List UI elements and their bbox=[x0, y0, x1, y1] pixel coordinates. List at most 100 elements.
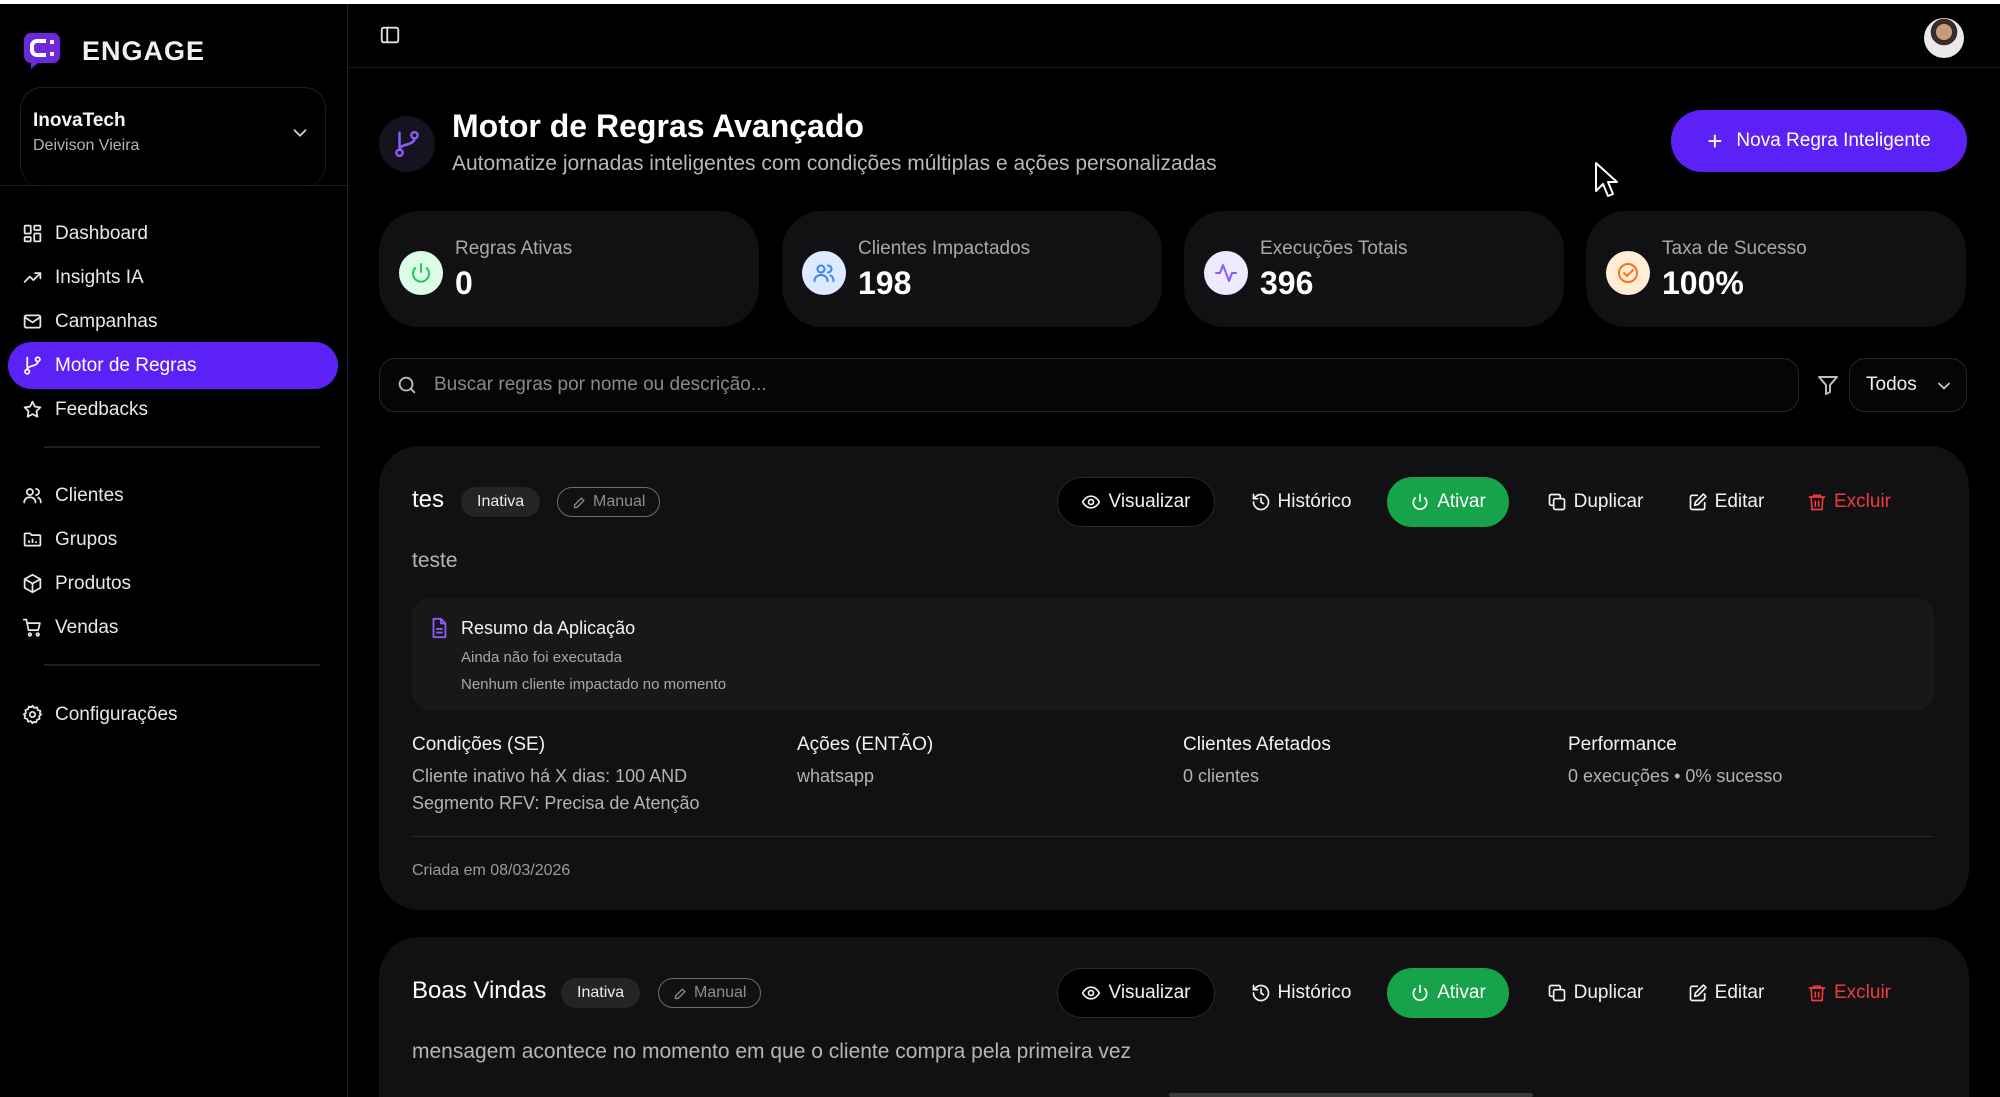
clients-label: Clientes Afetados bbox=[1183, 734, 1331, 755]
filter-icon[interactable] bbox=[1816, 373, 1840, 397]
chevron-down-icon bbox=[1938, 382, 1950, 390]
eye-icon bbox=[1082, 495, 1101, 509]
users-icon bbox=[23, 488, 42, 504]
sidebar-item-settings[interactable]: Configurações bbox=[8, 691, 338, 738]
search-icon bbox=[398, 376, 416, 394]
stat-label: Execuções Totais bbox=[1260, 238, 1408, 259]
brand[interactable]: ENGAGE bbox=[22, 32, 205, 70]
history-label: Histórico bbox=[1277, 982, 1352, 1003]
sidebar-item-insights[interactable]: Insights IA bbox=[8, 254, 338, 301]
sidebar-item-label: Feedbacks bbox=[55, 398, 148, 420]
conditions-label: Condições (SE) bbox=[412, 734, 546, 755]
git-branch-icon bbox=[24, 356, 41, 375]
stat-card-total-executions: Execuções Totais 396 bbox=[1184, 211, 1564, 327]
power-icon bbox=[1412, 984, 1428, 1001]
clients-value: 0 clientes bbox=[1183, 766, 1260, 786]
rule-actions: Visualizar Histórico Ativar Duplicar Edi… bbox=[379, 477, 1969, 527]
conditions-line: Cliente inativo há X dias: 100 AND bbox=[412, 766, 688, 786]
performance-value: 0 execuções • 0% sucesso bbox=[1568, 766, 1783, 786]
new-rule-label: Nova Regra Inteligente bbox=[1736, 130, 1931, 151]
activate-label: Ativar bbox=[1437, 491, 1486, 512]
card-divider bbox=[412, 836, 1934, 837]
org-switcher[interactable]: InovaTech Deivison Vieira bbox=[20, 87, 326, 187]
search-field[interactable] bbox=[379, 358, 1799, 412]
copy-icon bbox=[1548, 984, 1565, 1002]
delete-button[interactable]: Excluir bbox=[1789, 968, 1909, 1018]
stats-row: Regras Ativas 0 Clientes Impactados 198 … bbox=[379, 211, 1969, 327]
sidebar-item-sales[interactable]: Vendas bbox=[8, 604, 338, 651]
brand-name: ENGAGE bbox=[82, 35, 206, 66]
sidebar-item-label: Vendas bbox=[55, 616, 119, 638]
duplicate-button[interactable]: Duplicar bbox=[1531, 477, 1659, 527]
history-icon bbox=[1252, 493, 1269, 511]
activate-label: Ativar bbox=[1437, 982, 1486, 1003]
performance-label: Performance bbox=[1568, 734, 1677, 755]
sidebar-divider bbox=[0, 185, 348, 186]
sidebar-item-campaigns[interactable]: Campanhas bbox=[8, 298, 338, 345]
sidebar-item-label: Insights IA bbox=[55, 266, 144, 288]
sidebar-item-label: Produtos bbox=[55, 572, 132, 594]
stat-card-success-rate: Taxa de Sucesso 100% bbox=[1586, 211, 1966, 327]
clients-column: Clientes Afetados 0 clientes bbox=[1183, 734, 1553, 790]
star-icon bbox=[23, 400, 42, 418]
delete-label: Excluir bbox=[1833, 491, 1891, 512]
power-icon bbox=[399, 251, 443, 295]
actions-label: Ações (ENTÃO) bbox=[797, 734, 934, 755]
edit-button[interactable]: Editar bbox=[1673, 477, 1779, 527]
history-button[interactable]: Histórico bbox=[1241, 968, 1361, 1018]
git-branch-icon bbox=[379, 116, 435, 172]
application-summary: Resumo da Aplicação Ainda não foi execut… bbox=[412, 598, 1934, 710]
performance-column: Performance 0 execuções • 0% sucesso bbox=[1568, 734, 1938, 790]
edit-icon bbox=[1689, 984, 1707, 1002]
sidebar-item-label: Dashboard bbox=[55, 222, 148, 244]
avatar[interactable] bbox=[1924, 18, 1964, 58]
summary-line: Nenhum cliente impactado no momento bbox=[461, 676, 727, 693]
sidebar-item-feedbacks[interactable]: Feedbacks bbox=[8, 386, 338, 433]
sidebar-item-groups[interactable]: Grupos bbox=[8, 516, 338, 563]
actions-value: whatsapp bbox=[797, 766, 875, 786]
chevron-down-icon bbox=[293, 129, 307, 137]
sidebar-item-rules-engine[interactable]: Motor de Regras bbox=[8, 342, 338, 389]
conditions-column: Condições (SE) Cliente inativo há X dias… bbox=[412, 734, 782, 817]
view-label: Visualizar bbox=[1108, 982, 1191, 1003]
activate-button[interactable]: Ativar bbox=[1387, 968, 1509, 1018]
stat-card-active-rules: Regras Ativas 0 bbox=[379, 211, 759, 327]
sidebar: ENGAGE InovaTech Deivison Vieira Dashboa… bbox=[0, 4, 348, 1097]
history-icon bbox=[1252, 984, 1269, 1002]
view-button[interactable]: Visualizar bbox=[1057, 968, 1215, 1018]
new-rule-button[interactable]: + Nova Regra Inteligente bbox=[1671, 110, 1967, 172]
view-button[interactable]: Visualizar bbox=[1057, 477, 1215, 527]
gear-icon bbox=[22, 704, 43, 725]
sidebar-divider bbox=[44, 446, 320, 448]
duplicate-label: Duplicar bbox=[1573, 982, 1644, 1003]
sidebar-item-clients[interactable]: Clientes bbox=[8, 472, 338, 519]
horizontal-scrollbar[interactable] bbox=[1169, 1093, 1533, 1097]
status-filter-select[interactable]: Todos bbox=[1849, 358, 1967, 412]
package-icon bbox=[23, 573, 42, 594]
history-button[interactable]: Histórico bbox=[1241, 477, 1361, 527]
duplicate-button[interactable]: Duplicar bbox=[1531, 968, 1659, 1018]
sidebar-item-dashboard[interactable]: Dashboard bbox=[8, 210, 338, 257]
power-icon bbox=[1412, 493, 1428, 510]
org-user-name: Deivison Vieira bbox=[33, 137, 140, 154]
trash-icon bbox=[1808, 985, 1826, 1002]
nav-group-settings: Configurações bbox=[8, 691, 338, 735]
edit-button[interactable]: Editar bbox=[1673, 968, 1779, 1018]
activate-button[interactable]: Ativar bbox=[1387, 477, 1509, 527]
rule-actions: Visualizar Histórico Ativar Duplicar Edi… bbox=[379, 968, 1969, 1018]
delete-button[interactable]: Excluir bbox=[1789, 477, 1909, 527]
rule-description: teste bbox=[412, 549, 458, 572]
edit-icon bbox=[1689, 493, 1707, 511]
sidebar-item-label: Grupos bbox=[55, 528, 118, 550]
rule-card: Boas Vindas Inativa Manual Visualizar Hi… bbox=[379, 937, 1969, 1097]
dashboard-icon bbox=[23, 224, 42, 243]
summary-line: Ainda não foi executada bbox=[461, 649, 622, 666]
sidebar-toggle-icon[interactable] bbox=[379, 24, 401, 46]
sidebar-item-label: Clientes bbox=[55, 484, 124, 506]
search-input[interactable] bbox=[434, 359, 1774, 411]
users-icon bbox=[802, 251, 846, 295]
duplicate-label: Duplicar bbox=[1573, 491, 1644, 512]
created-date: Criada em 08/03/2026 bbox=[412, 862, 571, 879]
nav-group-main: Dashboard Insights IA Campanhas Motor de… bbox=[8, 210, 338, 430]
sidebar-item-products[interactable]: Produtos bbox=[8, 560, 338, 607]
